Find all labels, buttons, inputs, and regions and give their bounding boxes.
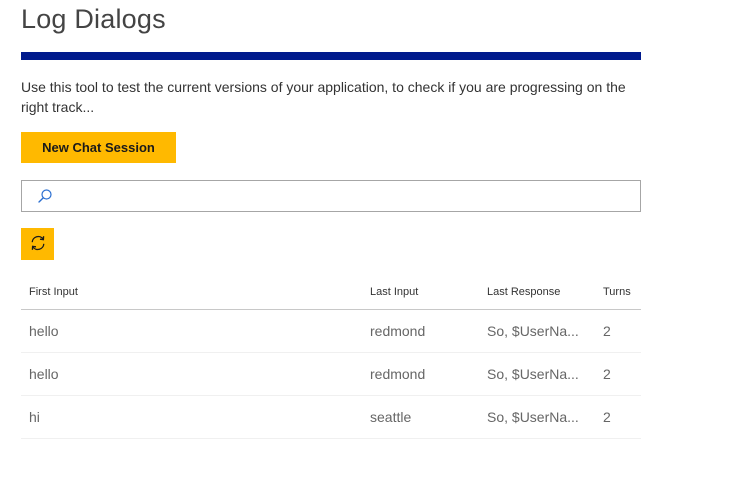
table-row[interactable]: hi seattle So, $UserNa... 2 [21, 396, 641, 439]
refresh-icon [29, 234, 47, 255]
cell-first-input: hello [29, 323, 59, 339]
header-turns[interactable]: Turns [603, 286, 631, 298]
page-description: Use this tool to test the current versio… [21, 79, 626, 115]
cell-turns: 2 [603, 323, 611, 339]
page-title: Log Dialogs [21, 4, 166, 34]
dialogs-table: First Input Last Input Last Response Tur… [21, 276, 641, 439]
cell-turns: 2 [603, 366, 611, 382]
header-last-input[interactable]: Last Input [370, 286, 418, 298]
new-chat-session-button[interactable]: New Chat Session [21, 132, 176, 163]
cell-last-response: So, $UserNa... [487, 323, 579, 339]
log-dialogs-page: Log Dialogs Use this tool to test the cu… [0, 0, 733, 479]
search-box[interactable] [21, 180, 641, 212]
header-first-input[interactable]: First Input [29, 286, 78, 298]
title-accent-bar [21, 52, 641, 60]
search-input[interactable] [60, 182, 640, 210]
cell-last-input: redmond [370, 323, 426, 339]
cell-last-response: So, $UserNa... [487, 366, 579, 382]
table-row[interactable]: hello redmond So, $UserNa... 2 [21, 353, 641, 396]
cell-last-response: So, $UserNa... [487, 409, 579, 425]
table-row[interactable]: hello redmond So, $UserNa... 2 [21, 310, 641, 353]
cell-turns: 2 [603, 409, 611, 425]
cell-first-input: hello [29, 366, 59, 382]
table-header: First Input Last Input Last Response Tur… [21, 276, 641, 310]
search-icon [30, 181, 60, 211]
cell-last-input: redmond [370, 366, 426, 382]
cell-first-input: hi [29, 409, 40, 425]
cell-last-input: seattle [370, 409, 412, 425]
header-last-response[interactable]: Last Response [487, 286, 583, 298]
refresh-button[interactable] [21, 228, 54, 260]
